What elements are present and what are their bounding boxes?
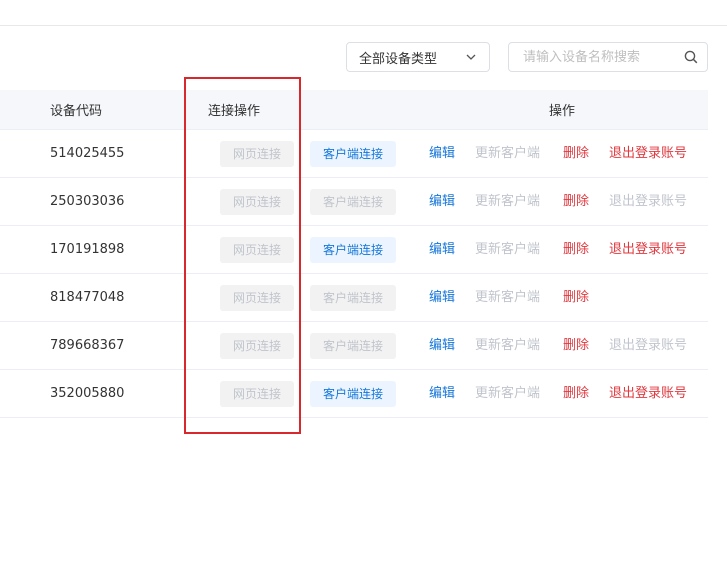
logout-account-link[interactable]: 退出登录账号	[609, 226, 687, 273]
edit-link[interactable]: 编辑	[429, 178, 455, 225]
device-code-cell: 514025455	[50, 146, 125, 161]
delete-link[interactable]: 删除	[563, 226, 589, 273]
web-connect-button[interactable]: 网页连接	[220, 141, 294, 167]
device-type-select-value: 全部设备类型	[359, 51, 438, 67]
client-connect-button[interactable]: 客户端连接	[310, 189, 396, 215]
table-row: 514025455 网页连接 客户端连接 编辑 更新客户端 删除 退出登录账号	[0, 130, 708, 178]
logout-account-link[interactable]: 退出登录账号	[609, 130, 687, 177]
header-actions: 操作	[549, 104, 576, 119]
table-row: 789668367 网页连接 客户端连接 编辑 更新客户端 删除 退出登录账号	[0, 322, 708, 370]
logout-account-link[interactable]: 退出登录账号	[609, 370, 687, 417]
header-device-code: 设备代码	[50, 104, 103, 119]
delete-link[interactable]: 删除	[563, 322, 589, 369]
update-client-link[interactable]: 更新客户端	[475, 130, 540, 177]
client-connect-button[interactable]: 客户端连接	[310, 333, 396, 359]
edit-link[interactable]: 编辑	[429, 274, 455, 321]
delete-link[interactable]: 删除	[563, 274, 589, 321]
table-row: 352005880 网页连接 客户端连接 编辑 更新客户端 删除 退出登录账号	[0, 370, 708, 418]
client-connect-button[interactable]: 客户端连接	[310, 285, 396, 311]
client-connect-button[interactable]: 客户端连接	[310, 237, 396, 263]
device-code-cell: 352005880	[50, 386, 125, 401]
search-icon[interactable]	[683, 49, 699, 65]
search-box	[508, 42, 708, 72]
update-client-link[interactable]: 更新客户端	[475, 178, 540, 225]
client-connect-button[interactable]: 客户端连接	[310, 381, 396, 407]
logout-account-link[interactable]: 退出登录账号	[609, 178, 687, 225]
web-connect-button[interactable]: 网页连接	[220, 285, 294, 311]
update-client-link[interactable]: 更新客户端	[475, 370, 540, 417]
device-code-cell: 789668367	[50, 338, 125, 353]
edit-link[interactable]: 编辑	[429, 226, 455, 273]
web-connect-button[interactable]: 网页连接	[220, 333, 294, 359]
edit-link[interactable]: 编辑	[429, 322, 455, 369]
table-body: 514025455 网页连接 客户端连接 编辑 更新客户端 删除 退出登录账号 2503030…	[0, 130, 708, 418]
device-code-cell: 170191898	[50, 242, 125, 257]
web-connect-button[interactable]: 网页连接	[220, 189, 294, 215]
delete-link[interactable]: 删除	[563, 130, 589, 177]
chevron-down-icon	[465, 51, 477, 63]
table-header: 设备代码 连接操作 操作	[0, 90, 708, 130]
table-row: 170191898 网页连接 客户端连接 编辑 更新客户端 删除 退出登录账号	[0, 226, 708, 274]
update-client-link[interactable]: 更新客户端	[475, 322, 540, 369]
web-connect-button[interactable]: 网页连接	[220, 237, 294, 263]
device-code-cell: 818477048	[50, 290, 125, 305]
device-table: 设备代码 连接操作 操作 514025455 网页连接 客户端连接 编辑 更新客户端 删除…	[0, 90, 708, 418]
header-connect-actions: 连接操作	[208, 104, 261, 119]
table-row: 250303036 网页连接 客户端连接 编辑 更新客户端 删除 退出登录账号	[0, 178, 708, 226]
device-type-select[interactable]: 全部设备类型	[346, 42, 490, 72]
client-connect-button[interactable]: 客户端连接	[310, 141, 396, 167]
delete-link[interactable]: 删除	[563, 178, 589, 225]
update-client-link[interactable]: 更新客户端	[475, 274, 540, 321]
top-divider	[0, 25, 727, 26]
delete-link[interactable]: 删除	[563, 370, 589, 417]
device-code-cell: 250303036	[50, 194, 125, 209]
update-client-link[interactable]: 更新客户端	[475, 226, 540, 273]
edit-link[interactable]: 编辑	[429, 130, 455, 177]
web-connect-button[interactable]: 网页连接	[220, 381, 294, 407]
logout-account-link[interactable]: 退出登录账号	[609, 322, 687, 369]
edit-link[interactable]: 编辑	[429, 370, 455, 417]
table-row: 818477048 网页连接 客户端连接 编辑 更新客户端 删除	[0, 274, 708, 322]
search-input[interactable]	[521, 48, 683, 66]
